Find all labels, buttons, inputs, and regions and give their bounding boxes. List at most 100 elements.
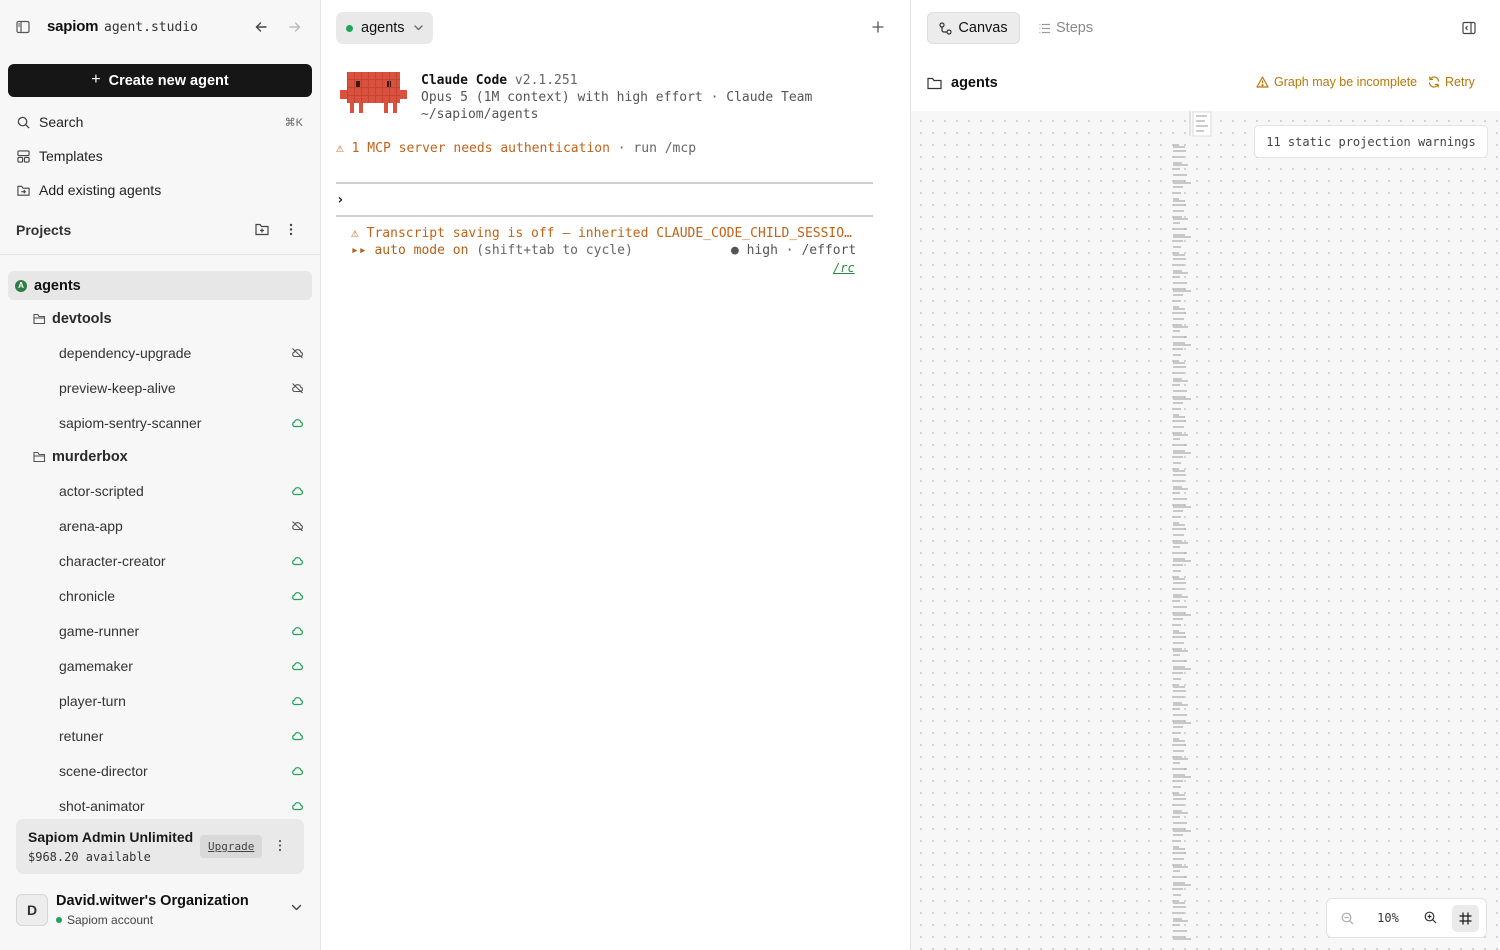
folder-open-icon — [33, 451, 46, 463]
project-root-label: agents — [34, 277, 81, 294]
remote-control-link[interactable]: /rc — [833, 261, 855, 275]
app-version: v2.1.251 — [514, 73, 578, 88]
plan-name: Sapiom Admin Unlimited — [28, 829, 194, 845]
agent-selector[interactable]: agents — [336, 12, 433, 44]
graph-icon — [939, 21, 953, 35]
mcp-warning: ⚠ 1 MCP server needs authentication · ru… — [336, 141, 696, 156]
graph-canvas[interactable]: 11 static projection warnings 10% — [911, 111, 1500, 950]
agent-label: chronicle — [59, 588, 116, 604]
agent-label: gamemaker — [59, 658, 133, 674]
agent-selector-label: agents — [361, 20, 405, 36]
more-vertical-icon[interactable] — [289, 223, 293, 236]
agent-item[interactable]: gamemaker — [59, 656, 309, 676]
folder-icon — [927, 77, 942, 89]
cloud-icon — [291, 555, 304, 567]
arrow-right-icon[interactable] — [288, 20, 302, 34]
folder-murderbox[interactable]: murderbox — [33, 447, 128, 467]
more-vertical-icon[interactable] — [278, 839, 282, 852]
agent-item[interactable]: dependency-upgrade — [59, 343, 309, 363]
agent-item[interactable]: actor-scripted — [59, 481, 309, 501]
organization-name: David.witwer's Organization — [56, 893, 249, 909]
cloud-icon — [291, 695, 304, 707]
agent-item[interactable]: game-runner — [59, 621, 309, 641]
cloud-icon — [291, 417, 304, 429]
agent-label: retuner — [59, 728, 104, 744]
search-label: Search — [39, 114, 84, 130]
templates-icon — [17, 149, 30, 163]
agent-item[interactable]: chronicle — [59, 586, 309, 606]
create-new-agent-button[interactable]: + Create new agent — [8, 64, 312, 97]
project-root-agents[interactable]: A agents — [8, 271, 312, 300]
agent-item[interactable]: preview-keep-alive — [59, 378, 309, 398]
plus-icon: + — [91, 71, 101, 88]
cloud-icon — [291, 765, 304, 777]
fit-view-button[interactable] — [1452, 905, 1479, 932]
sidebar-toggle-icon[interactable] — [16, 20, 30, 34]
app-name: Claude Code — [421, 73, 508, 88]
add-existing-agents-label: Add existing agents — [39, 182, 162, 198]
mcp-warning-text: ⚠ 1 MCP server needs authentication — [336, 141, 610, 156]
brand-subtitle: agent.studio — [104, 20, 198, 35]
agent-label: game-runner — [59, 623, 140, 639]
agent-item[interactable]: arena-app — [59, 516, 309, 536]
agent-label: shot-animator — [59, 798, 145, 814]
agent-item[interactable]: shot-animator — [59, 796, 309, 816]
model-line: Opus 5 (1M context) with high effort · C… — [421, 90, 813, 105]
agent-label: scene-director — [59, 763, 148, 779]
warning-icon — [1256, 76, 1269, 88]
tab-canvas[interactable]: Canvas — [927, 12, 1020, 44]
graph-nodes — [1173, 111, 1212, 940]
arrow-left-icon[interactable] — [254, 20, 268, 34]
cloud-icon — [291, 590, 304, 602]
agent-label: player-turn — [59, 693, 126, 709]
add-existing-agents-link[interactable]: Add existing agents — [8, 176, 312, 204]
new-folder-icon[interactable] — [255, 223, 269, 236]
panel-collapse-icon[interactable] — [1462, 21, 1476, 35]
agent-item[interactable]: sapiom-sentry-scanner — [59, 413, 309, 433]
tab-canvas-label: Canvas — [958, 20, 1008, 36]
retry-button[interactable]: Retry — [1428, 75, 1475, 89]
canvas-breadcrumb: agents — [927, 75, 998, 91]
agent-label: preview-keep-alive — [59, 380, 176, 396]
agent-item[interactable]: player-turn — [59, 691, 309, 711]
folder-open-icon — [33, 313, 46, 325]
agent-item[interactable]: retuner — [59, 726, 309, 746]
zoom-out-icon[interactable] — [1341, 912, 1354, 925]
cloud-icon — [291, 800, 304, 812]
agent-item[interactable]: scene-director — [59, 761, 309, 781]
account-text: Sapiom account — [67, 913, 154, 927]
plan-card: Sapiom Admin Unlimited $968.20 available… — [16, 819, 304, 874]
sidebar-header: sapiom agent.studio — [0, 0, 320, 56]
cloud-off-icon — [291, 347, 304, 359]
retry-label: Retry — [1445, 75, 1475, 89]
cloud-off-icon — [291, 382, 304, 394]
chevron-down-icon[interactable] — [291, 904, 302, 911]
effort-status: ● high · /effort — [731, 243, 857, 258]
upgrade-button[interactable]: Upgrade — [200, 835, 263, 858]
project-tree: A agents devtools dependency-upgrade pre… — [0, 265, 320, 816]
zoom-in-icon[interactable] — [1424, 911, 1437, 924]
cloud-icon — [291, 485, 304, 497]
folder-import-icon — [17, 185, 30, 196]
canvas-panel: Canvas Steps agents Graph may be incompl… — [910, 0, 1500, 950]
auto-mode-label: ▸▸ auto mode on — [351, 243, 469, 258]
organization-switcher[interactable]: D David.witwer's Organization Sapiom acc… — [16, 892, 308, 930]
templates-link[interactable]: Templates — [8, 142, 312, 170]
canvas-folder-label: agents — [951, 75, 998, 91]
list-icon — [1039, 23, 1050, 33]
tab-steps[interactable]: Steps — [1039, 12, 1093, 44]
projects-heading: Projects — [16, 222, 72, 238]
projection-warnings-badge[interactable]: 11 static projection warnings — [1254, 125, 1488, 158]
folder-devtools[interactable]: devtools — [33, 309, 112, 329]
account-label: Sapiom account — [56, 913, 153, 927]
app-title: Claude Code v2.1.251 — [421, 73, 578, 88]
zoom-controls: 10% — [1326, 898, 1487, 938]
plan-balance: $968.20 available — [28, 850, 151, 864]
agent-item[interactable]: character-creator — [59, 551, 309, 571]
prompt-input[interactable]: › — [336, 192, 344, 208]
plus-icon[interactable] — [872, 21, 884, 33]
search-shortcut: ⌘K — [284, 116, 303, 129]
search-link[interactable]: Search ⌘K — [8, 108, 312, 136]
chevron-down-icon — [413, 25, 423, 31]
folder-label: murderbox — [52, 449, 128, 465]
